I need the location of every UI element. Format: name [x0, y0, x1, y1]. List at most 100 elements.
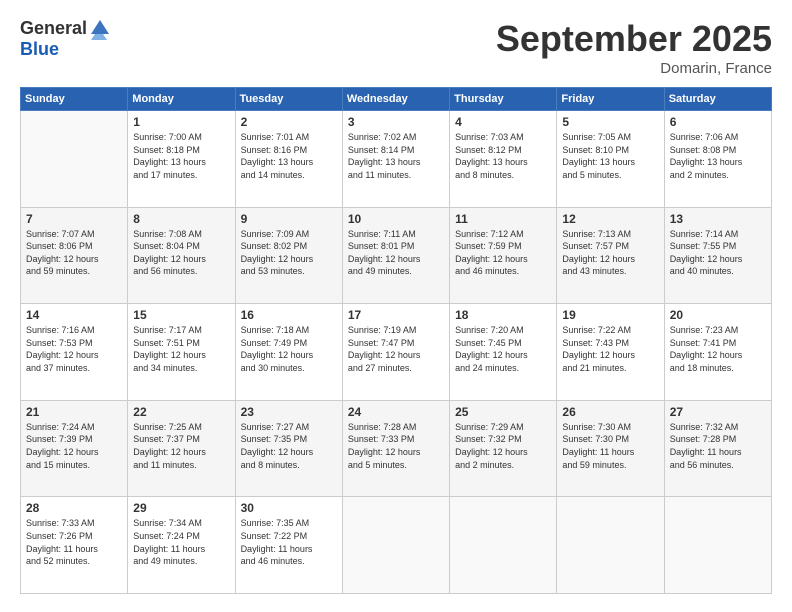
calendar-table: Sunday Monday Tuesday Wednesday Thursday… — [20, 87, 772, 594]
day-number: 12 — [562, 212, 658, 226]
day-info: Sunrise: 7:05 AM Sunset: 8:10 PM Dayligh… — [562, 131, 658, 181]
table-cell: 6Sunrise: 7:06 AM Sunset: 8:08 PM Daylig… — [664, 111, 771, 208]
month-title: September 2025 — [496, 18, 772, 60]
day-number: 27 — [670, 405, 766, 419]
table-cell: 13 Sunrise: 7:14 AM Sunset: 7:55 PM Dayli… — [664, 207, 771, 304]
day-number: 5 — [562, 115, 658, 129]
table-cell: 1 Sunrise: 7:00 AM Sunset: 8:18 PM Daylig… — [128, 111, 235, 208]
day-info: Sunrise: 7:25 AM Sunset: 7:37 PM Dayligh… — [133, 421, 229, 471]
calendar-week-row: 1 Sunrise: 7:00 AM Sunset: 8:18 PM Daylig… — [21, 111, 772, 208]
day-number: 8 — [133, 212, 229, 226]
day-number: 2 — [241, 115, 337, 129]
day-number: 6 — [670, 115, 766, 129]
day-number: 14 — [26, 308, 122, 322]
header-saturday: Saturday — [664, 88, 771, 111]
table-cell: 2Sunrise: 7:01 AM Sunset: 8:16 PM Daylig… — [235, 111, 342, 208]
table-cell — [21, 111, 128, 208]
table-cell: 10 Sunrise: 7:11 AM Sunset: 8:01 PM Dayli… — [342, 207, 449, 304]
day-number: 15 — [133, 308, 229, 322]
day-number: 3 — [348, 115, 444, 129]
table-cell: 28 Sunrise: 7:33 AM Sunset: 7:26 PM Dayli… — [21, 497, 128, 594]
table-cell: 25 Sunrise: 7:29 AM Sunset: 7:32 PM Dayli… — [450, 400, 557, 497]
table-cell — [557, 497, 664, 594]
table-cell: 29 Sunrise: 7:34 AM Sunset: 7:24 PM Dayli… — [128, 497, 235, 594]
day-info: Sunrise: 7:03 AM Sunset: 8:12 PM Dayligh… — [455, 131, 551, 181]
day-number: 13 — [670, 212, 766, 226]
day-number: 9 — [241, 212, 337, 226]
table-cell — [664, 497, 771, 594]
table-cell — [342, 497, 449, 594]
day-info: Sunrise: 7:22 AM Sunset: 7:43 PM Dayligh… — [562, 324, 658, 374]
day-number: 23 — [241, 405, 337, 419]
table-cell: 12 Sunrise: 7:13 AM Sunset: 7:57 PM Dayli… — [557, 207, 664, 304]
table-cell: 3 Sunrise: 7:02 AM Sunset: 8:14 PM Daylig… — [342, 111, 449, 208]
header-monday: Monday — [128, 88, 235, 111]
header-thursday: Thursday — [450, 88, 557, 111]
location: Domarin, France — [496, 60, 772, 77]
day-info: Sunrise: 7:14 AM Sunset: 7:55 PM Dayligh… — [670, 228, 766, 278]
day-number: 25 — [455, 405, 551, 419]
logo-text: General Blue — [20, 18, 111, 60]
day-number: 19 — [562, 308, 658, 322]
day-info: Sunrise: 7:12 AM Sunset: 7:59 PM Dayligh… — [455, 228, 551, 278]
table-cell: 7Sunrise: 7:07 AM Sunset: 8:06 PM Daylig… — [21, 207, 128, 304]
day-number: 18 — [455, 308, 551, 322]
table-cell: 17Sunrise: 7:19 AM Sunset: 7:47 PM Dayli… — [342, 304, 449, 401]
day-number: 28 — [26, 501, 122, 515]
day-info: Sunrise: 7:11 AM Sunset: 8:01 PM Dayligh… — [348, 228, 444, 278]
day-info: Sunrise: 7:29 AM Sunset: 7:32 PM Dayligh… — [455, 421, 551, 471]
day-info: Sunrise: 7:32 AM Sunset: 7:28 PM Dayligh… — [670, 421, 766, 471]
day-number: 29 — [133, 501, 229, 515]
table-cell: 27 Sunrise: 7:32 AM Sunset: 7:28 PM Dayli… — [664, 400, 771, 497]
day-info: Sunrise: 7:30 AM Sunset: 7:30 PM Dayligh… — [562, 421, 658, 471]
calendar-week-row: 7Sunrise: 7:07 AM Sunset: 8:06 PM Daylig… — [21, 207, 772, 304]
table-cell: 5 Sunrise: 7:05 AM Sunset: 8:10 PM Daylig… — [557, 111, 664, 208]
table-cell: 21 Sunrise: 7:24 AM Sunset: 7:39 PM Dayli… — [21, 400, 128, 497]
table-cell: 20 Sunrise: 7:23 AM Sunset: 7:41 PM Dayli… — [664, 304, 771, 401]
day-number: 17 — [348, 308, 444, 322]
table-cell: 18 Sunrise: 7:20 AM Sunset: 7:45 PM Dayli… — [450, 304, 557, 401]
day-info: Sunrise: 7:35 AM Sunset: 7:22 PM Dayligh… — [241, 517, 337, 567]
table-cell: 30 Sunrise: 7:35 AM Sunset: 7:22 PM Dayli… — [235, 497, 342, 594]
table-cell: 15 Sunrise: 7:17 AM Sunset: 7:51 PM Dayli… — [128, 304, 235, 401]
day-info: Sunrise: 7:02 AM Sunset: 8:14 PM Dayligh… — [348, 131, 444, 181]
header: General Blue September 2025 Domarin, Fra… — [20, 18, 772, 77]
day-number: 7 — [26, 212, 122, 226]
header-sunday: Sunday — [21, 88, 128, 111]
day-info: Sunrise: 7:17 AM Sunset: 7:51 PM Dayligh… — [133, 324, 229, 374]
day-number: 22 — [133, 405, 229, 419]
table-cell: 16Sunrise: 7:18 AM Sunset: 7:49 PM Dayli… — [235, 304, 342, 401]
table-cell: 23Sunrise: 7:27 AM Sunset: 7:35 PM Dayli… — [235, 400, 342, 497]
day-info: Sunrise: 7:20 AM Sunset: 7:45 PM Dayligh… — [455, 324, 551, 374]
header-tuesday: Tuesday — [235, 88, 342, 111]
day-info: Sunrise: 7:13 AM Sunset: 7:57 PM Dayligh… — [562, 228, 658, 278]
day-number: 1 — [133, 115, 229, 129]
weekday-header-row: Sunday Monday Tuesday Wednesday Thursday… — [21, 88, 772, 111]
day-info: Sunrise: 7:33 AM Sunset: 7:26 PM Dayligh… — [26, 517, 122, 567]
calendar-week-row: 28 Sunrise: 7:33 AM Sunset: 7:26 PM Dayli… — [21, 497, 772, 594]
day-number: 10 — [348, 212, 444, 226]
day-info: Sunrise: 7:08 AM Sunset: 8:04 PM Dayligh… — [133, 228, 229, 278]
table-cell: 22 Sunrise: 7:25 AM Sunset: 7:37 PM Dayli… — [128, 400, 235, 497]
table-cell: 9 Sunrise: 7:09 AM Sunset: 8:02 PM Daylig… — [235, 207, 342, 304]
title-block: September 2025 Domarin, France — [496, 18, 772, 77]
table-cell: 19 Sunrise: 7:22 AM Sunset: 7:43 PM Dayli… — [557, 304, 664, 401]
day-number: 30 — [241, 501, 337, 515]
logo: General Blue — [20, 18, 111, 60]
day-info: Sunrise: 7:00 AM Sunset: 8:18 PM Dayligh… — [133, 131, 229, 181]
day-info: Sunrise: 7:34 AM Sunset: 7:24 PM Dayligh… — [133, 517, 229, 567]
day-number: 20 — [670, 308, 766, 322]
header-wednesday: Wednesday — [342, 88, 449, 111]
table-cell: 8 Sunrise: 7:08 AM Sunset: 8:04 PM Daylig… — [128, 207, 235, 304]
header-friday: Friday — [557, 88, 664, 111]
day-info: Sunrise: 7:24 AM Sunset: 7:39 PM Dayligh… — [26, 421, 122, 471]
day-number: 24 — [348, 405, 444, 419]
day-number: 4 — [455, 115, 551, 129]
day-info: Sunrise: 7:16 AM Sunset: 7:53 PM Dayligh… — [26, 324, 122, 374]
day-info: Sunrise: 7:23 AM Sunset: 7:41 PM Dayligh… — [670, 324, 766, 374]
day-info: Sunrise: 7:09 AM Sunset: 8:02 PM Dayligh… — [241, 228, 337, 278]
day-number: 21 — [26, 405, 122, 419]
day-info: Sunrise: 7:18 AM Sunset: 7:49 PM Dayligh… — [241, 324, 337, 374]
logo-blue: Blue — [20, 40, 111, 60]
day-number: 26 — [562, 405, 658, 419]
